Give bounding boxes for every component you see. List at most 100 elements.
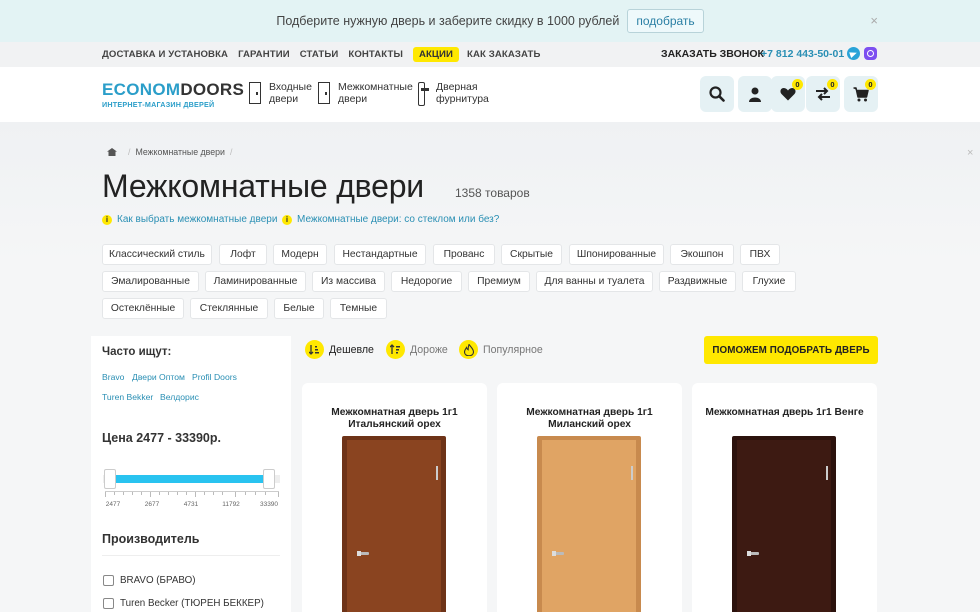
sort-more-expensive[interactable]: Дороже xyxy=(386,340,448,359)
product-title[interactable]: Межкомнатная дверь 1г1 Венге xyxy=(702,407,867,419)
nav-contacts-link[interactable]: КОНТАКТЫ xyxy=(348,49,403,60)
nav-delivery-link[interactable]: ДОСТАВКА И УСТАНОВКА xyxy=(102,49,228,60)
sort-ascending-icon xyxy=(305,340,324,359)
promo-close-icon[interactable]: × xyxy=(870,13,878,28)
product-title[interactable]: Межкомнатная дверь 1г1 Итальянский орех xyxy=(312,407,477,430)
telegram-icon[interactable] xyxy=(847,47,860,60)
product-card[interactable]: Межкомнатная дверь 1г1 Итальянский орех xyxy=(302,383,487,612)
tag-bathroom[interactable]: Для ванны и туалета xyxy=(536,271,653,292)
breadcrumb-current[interactable]: Межкомнатные двери xyxy=(135,147,225,157)
tag-laminated[interactable]: Ламинированные xyxy=(205,271,306,292)
door-icon xyxy=(249,82,261,104)
often-link-turen-bekker[interactable]: Turen Bekker xyxy=(102,392,153,402)
breadcrumb-separator: / xyxy=(229,147,233,157)
cart-count-badge: 0 xyxy=(865,79,876,90)
info-link-how-to-choose[interactable]: i Как выбрать межкомнатные двери xyxy=(102,214,277,225)
sort-label: Популярное xyxy=(483,343,543,356)
door-handle xyxy=(747,551,759,556)
breadcrumb: / Межкомнатные двери / xyxy=(107,147,237,157)
often-link-veldoris[interactable]: Велдорис xyxy=(160,392,199,402)
promo-text: Подберите нужную дверь и заберите скидку… xyxy=(276,14,620,28)
tag-enameled[interactable]: Эмалированные xyxy=(102,271,199,292)
logo[interactable]: ECONOMDOORS ИНТЕРНЕТ-МАГАЗИН ДВЕРЕЙ xyxy=(102,81,244,109)
logo-econom: ECONOM xyxy=(102,80,181,99)
compare-count-badge: 0 xyxy=(827,79,838,90)
tag-glazed[interactable]: Остеклённые xyxy=(102,298,184,319)
sort-cheaper[interactable]: Дешевле xyxy=(305,340,374,359)
manufacturer-label: Turen Becker (ТЮРЕН БЕККЕР) xyxy=(120,598,264,609)
manufacturer-turen-becker[interactable]: Turen Becker (ТЮРЕН БЕККЕР) xyxy=(103,598,264,609)
scale-label: 2477 xyxy=(105,501,121,508)
product-count: 1358 товаров xyxy=(455,186,530,200)
scale-label: 2677 xyxy=(144,501,160,508)
manufacturer-label: BRAVO (БРАВО) xyxy=(120,575,196,586)
nav-guarantee-link[interactable]: ГАРАНТИИ xyxy=(238,49,290,60)
sort-label: Дешевле xyxy=(329,343,374,356)
tag-eco-veneer[interactable]: Экошпон xyxy=(670,244,734,265)
breadcrumb-separator: / xyxy=(128,147,131,157)
tag-solid[interactable]: Глухие xyxy=(742,271,796,292)
category-door-hardware[interactable]: Дверная фурнитура xyxy=(416,81,489,106)
logo-doors: DOORS xyxy=(180,80,245,99)
viber-icon[interactable] xyxy=(864,47,877,60)
scale-label: 11792 xyxy=(222,501,240,508)
door-hinge xyxy=(436,466,438,480)
sort-popular[interactable]: Популярное xyxy=(459,340,543,359)
nav-promotions-link[interactable]: АКЦИИ xyxy=(412,47,460,62)
category-label: двери xyxy=(269,93,299,105)
tag-veneered[interactable]: Шпонированные xyxy=(569,244,664,265)
product-card[interactable]: Межкомнатная дверь 1г1 Миланский орех xyxy=(497,383,682,612)
door-panel xyxy=(542,440,636,612)
info-link-glass-or-not[interactable]: i Межкомнатные двери: со стеклом или без… xyxy=(282,214,499,225)
help-choose-door-button[interactable]: ПОМОЖЕМ ПОДОБРАТЬ ДВЕРЬ xyxy=(704,336,878,364)
phone-link[interactable]: +7 812 443-50-01 xyxy=(761,48,844,60)
often-link-profil-doors[interactable]: Profil Doors xyxy=(192,372,237,382)
close-icon[interactable]: × xyxy=(967,147,973,159)
scale-label: 33390 xyxy=(259,501,279,508)
price-min-handle[interactable] xyxy=(104,469,116,489)
tag-sliding[interactable]: Раздвижные xyxy=(659,271,736,292)
divider xyxy=(102,555,280,556)
callback-link[interactable]: ЗАКАЗАТЬ ЗВОНОК xyxy=(661,48,764,60)
product-image[interactable] xyxy=(537,436,641,612)
compare-button[interactable]: 0 xyxy=(806,76,840,112)
favorites-count-badge: 0 xyxy=(792,79,803,90)
tag-dark[interactable]: Темные xyxy=(330,298,387,319)
tag-premium[interactable]: Премиум xyxy=(468,271,530,292)
product-card[interactable]: Межкомнатная дверь 1г1 Венге xyxy=(692,383,877,612)
category-entrance-doors[interactable]: Входные двери xyxy=(249,81,312,105)
logo-subtitle: ИНТЕРНЕТ-МАГАЗИН ДВЕРЕЙ xyxy=(102,100,215,109)
tag-hidden[interactable]: Скрытые xyxy=(501,244,562,265)
tag-classic[interactable]: Классический стиль xyxy=(102,244,212,265)
tag-provence[interactable]: Прованс xyxy=(433,244,495,265)
tag-cheap[interactable]: Недорогие xyxy=(391,271,462,292)
product-title[interactable]: Межкомнатная дверь 1г1 Миланский орех xyxy=(507,407,672,430)
tag-nonstandard[interactable]: Нестандартные xyxy=(334,244,426,265)
search-button[interactable] xyxy=(700,76,734,112)
nav-how-to-order-link[interactable]: КАК ЗАКАЗАТЬ xyxy=(467,49,540,60)
home-icon[interactable] xyxy=(107,148,117,156)
checkbox[interactable] xyxy=(103,575,114,586)
manufacturer-bravo[interactable]: BRAVO (БРАВО) xyxy=(103,575,196,586)
account-button[interactable] xyxy=(738,76,772,112)
tag-loft[interactable]: Лофт xyxy=(219,244,267,265)
category-interior-doors[interactable]: Межкомнатные двери xyxy=(318,81,413,105)
price-slider-track[interactable] xyxy=(103,475,280,483)
manufacturer-title: Производитель xyxy=(102,532,200,546)
tag-glass[interactable]: Стеклянные xyxy=(190,298,268,319)
nav-articles-link[interactable]: СТАТЬИ xyxy=(300,49,339,60)
favorites-button[interactable]: 0 xyxy=(771,76,805,112)
promo-pick-button[interactable]: подобрать xyxy=(627,9,704,33)
often-link-doors-wholesale[interactable]: Двери Оптом xyxy=(132,372,185,382)
often-link-bravo[interactable]: Bravo xyxy=(102,372,124,382)
price-max-handle[interactable] xyxy=(263,469,275,489)
tag-pvc[interactable]: ПВХ xyxy=(740,244,780,265)
product-image[interactable] xyxy=(342,436,446,612)
tag-white[interactable]: Белые xyxy=(274,298,324,319)
tag-modern[interactable]: Модерн xyxy=(273,244,327,265)
cart-button[interactable]: 0 xyxy=(844,76,878,112)
tag-solid-wood[interactable]: Из массива xyxy=(312,271,385,292)
product-image[interactable] xyxy=(732,436,836,612)
checkbox[interactable] xyxy=(103,598,114,609)
sort-label: Дороже xyxy=(410,343,448,356)
